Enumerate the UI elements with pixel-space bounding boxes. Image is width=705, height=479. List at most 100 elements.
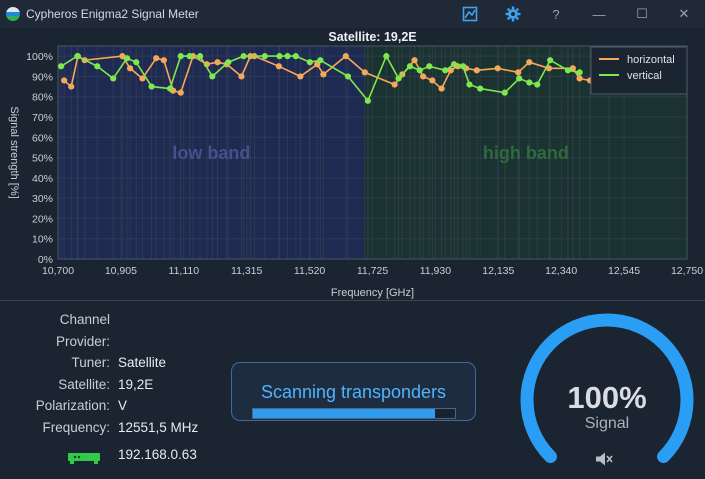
chart-icon <box>462 6 478 22</box>
data-point-vertical <box>57 63 65 70</box>
info-value: 12551,5 MHz <box>118 419 199 435</box>
network-device-icon <box>68 453 100 464</box>
data-point-horizontal <box>361 69 368 76</box>
signal-chart: low band high bandSatellite: 19,2E0%10%20… <box>8 30 703 299</box>
chart-view-button[interactable] <box>459 4 481 24</box>
data-point-vertical <box>501 89 508 96</box>
data-point-vertical <box>416 67 423 74</box>
gear-icon <box>505 6 521 22</box>
data-point-horizontal <box>576 75 583 82</box>
x-tick-label: 12,750 <box>671 265 703 277</box>
data-point-vertical <box>395 75 402 82</box>
data-point-horizontal <box>297 73 304 80</box>
x-tick-label: 10,700 <box>42 265 74 277</box>
close-button[interactable]: ✕ <box>673 4 695 24</box>
y-tick-label: 80% <box>32 92 53 104</box>
minimize-button[interactable]: — <box>588 4 610 24</box>
window-title: Cypheros Enigma2 Signal Meter <box>26 7 199 21</box>
scan-progress-bar <box>252 408 456 419</box>
data-point-horizontal <box>214 59 221 66</box>
data-point-vertical <box>317 57 324 64</box>
y-tick-label: 40% <box>32 173 53 185</box>
signal-percent: 100% <box>567 380 647 415</box>
data-point-vertical <box>177 53 184 60</box>
help-button[interactable]: ? <box>545 4 567 24</box>
data-point-horizontal <box>515 69 522 76</box>
scan-status-text: Scanning transponders <box>260 382 447 402</box>
ip-address: 192.168.0.63 <box>118 447 197 462</box>
legend-label-horizontal: horizontal <box>627 54 675 66</box>
data-point-vertical <box>94 63 101 70</box>
data-point-horizontal <box>160 57 167 64</box>
data-point-vertical <box>442 67 449 74</box>
y-tick-label: 20% <box>32 213 53 225</box>
data-point-horizontal <box>177 89 184 96</box>
legend-label-vertical: vertical <box>627 70 662 82</box>
x-tick-label: 11,110 <box>169 265 200 277</box>
data-point-horizontal <box>429 77 436 84</box>
info-label: Frequency: <box>42 419 110 435</box>
scan-status-box: Scanning transponders <box>231 362 476 421</box>
data-point-horizontal <box>526 59 533 66</box>
panel-divider <box>0 300 705 301</box>
data-point-vertical <box>186 53 193 60</box>
data-point-vertical <box>196 53 204 60</box>
data-point-vertical <box>284 53 291 60</box>
x-tick-label: 11,315 <box>231 265 262 277</box>
signal-label: Signal <box>584 415 630 432</box>
x-tick-label: 11,725 <box>357 265 388 277</box>
data-point-vertical <box>133 59 140 66</box>
data-point-vertical <box>74 53 81 60</box>
y-tick-label: 60% <box>32 132 53 144</box>
y-tick-label: 10% <box>32 234 53 246</box>
data-point-vertical <box>209 73 216 80</box>
data-point-vertical <box>261 53 268 60</box>
data-point-vertical <box>364 97 371 104</box>
data-point-vertical <box>383 53 390 60</box>
scan-progress-fill <box>253 409 435 418</box>
info-label: Channel <box>59 312 110 327</box>
data-point-vertical <box>576 69 583 76</box>
app-logo-icon <box>6 7 20 21</box>
data-point-horizontal <box>127 65 134 72</box>
data-point-horizontal <box>473 67 480 74</box>
x-tick-label: 12,340 <box>545 265 577 277</box>
data-point-vertical <box>148 83 155 90</box>
data-point-vertical <box>459 63 467 70</box>
data-point-horizontal <box>275 63 283 70</box>
data-point-horizontal <box>420 73 427 80</box>
data-point-horizontal <box>320 71 327 78</box>
y-tick-label: 50% <box>32 153 53 165</box>
info-label: Provider: <box>55 333 110 349</box>
speaker-muted-icon[interactable] <box>595 451 613 467</box>
info-label: Tuner: <box>71 355 110 370</box>
y-tick-label: 100% <box>26 51 53 63</box>
data-point-vertical <box>276 53 283 60</box>
info-value: 19,2E <box>118 376 154 392</box>
maximize-button[interactable]: ☐ <box>631 4 653 24</box>
data-point-horizontal <box>494 65 501 72</box>
x-tick-label: 12,545 <box>608 265 640 277</box>
x-tick-label: 11,520 <box>294 265 325 277</box>
data-point-horizontal <box>438 85 445 92</box>
data-point-vertical <box>225 59 232 66</box>
signal-chart-panel: low band high band Satellite: 19,2E 0% 10% 20… <box>0 28 705 300</box>
data-point-vertical <box>516 75 523 82</box>
data-point-horizontal <box>342 53 349 60</box>
x-axis-label: Frequency [GHz] <box>331 287 414 299</box>
data-point-vertical <box>547 57 554 64</box>
data-point-vertical <box>344 73 352 80</box>
settings-button[interactable] <box>502 4 524 24</box>
band-label-1: high band <box>483 143 569 163</box>
data-point-vertical <box>477 85 484 92</box>
x-tick-label: 11,930 <box>420 265 451 277</box>
y-tick-label: 90% <box>32 71 53 83</box>
data-point-vertical <box>292 53 299 60</box>
data-point-horizontal <box>153 55 160 62</box>
data-point-vertical <box>406 63 414 70</box>
y-tick-label: 70% <box>32 112 53 124</box>
data-point-vertical <box>123 55 131 62</box>
data-point-vertical <box>166 85 174 92</box>
chart-title: Satellite: 19,2E <box>328 30 416 44</box>
data-point-horizontal <box>68 83 75 90</box>
